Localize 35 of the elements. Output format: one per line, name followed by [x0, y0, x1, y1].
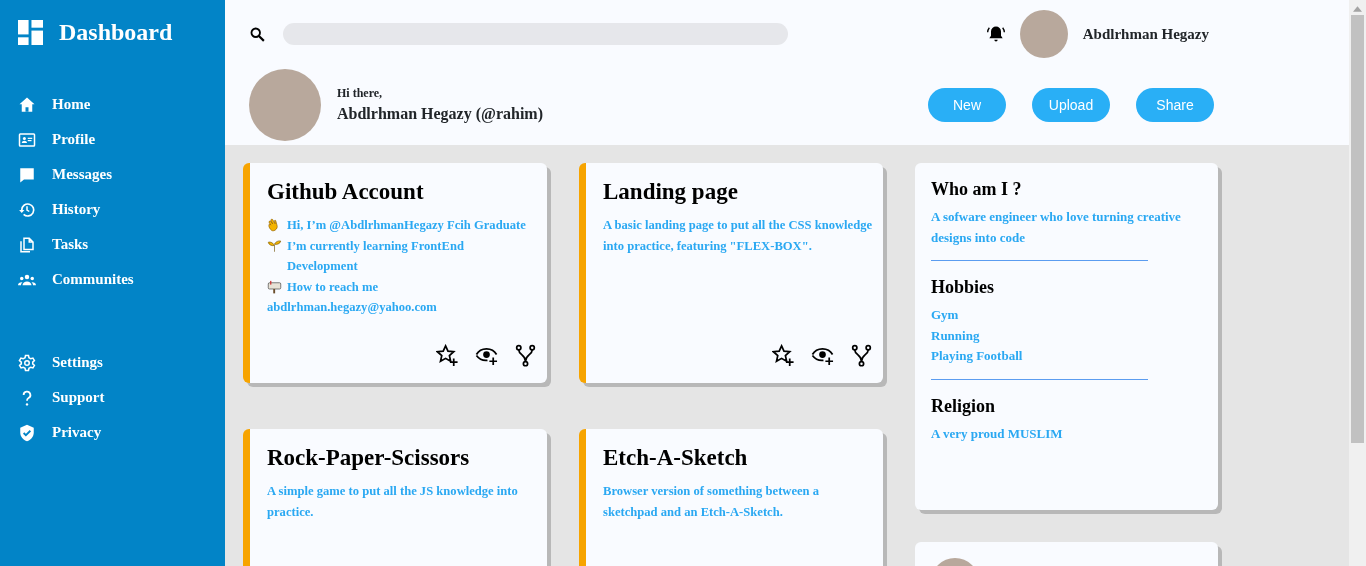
section-text: Running	[931, 326, 981, 345]
section-heading: Who am I ?	[931, 178, 1023, 201]
section-heading: Religion	[931, 394, 996, 418]
card-text: A simple game to put all the JS knowledge into practice.	[267, 483, 519, 521]
card-title: Landing page	[603, 178, 739, 206]
section-text: A very proud MUSLIM	[931, 424, 1064, 443]
sidebar-item[interactable]: Home	[18, 94, 225, 115]
section-text: Gym	[931, 306, 960, 324]
card-title: Rock-Paper-Scissors	[267, 444, 471, 472]
sidebar-item[interactable]: History	[18, 199, 225, 220]
card-text: A basic landing page to put all the CSS knowledge into practice, featuring "FLEX-BOX".	[603, 217, 873, 255]
card-title: Github Account	[267, 178, 425, 206]
header-button[interactable]: Upload	[1032, 88, 1110, 122]
sidebar-item[interactable]: Privacy	[18, 422, 225, 443]
profile-name: Abdlrhman Hegazy (@rahim)	[337, 104, 543, 125]
card-text: Hi, I’m @AbdlrhmanHegazy Fcih Graduate	[287, 217, 526, 234]
sidebar-title: Dashboard	[59, 18, 173, 46]
sidebar-item[interactable]: Settings	[18, 352, 225, 373]
card-text: abdlrhman.hegazy@yahoo.com	[267, 299, 437, 316]
header-button[interactable]: New	[928, 88, 1006, 122]
sidebar-item[interactable]: Messages	[18, 164, 225, 185]
sidebar-item[interactable]: Tasks	[18, 234, 225, 255]
sidebar-item[interactable]: Communites	[18, 269, 225, 290]
card-text: Browser version of something between a sketchpad and an Etch-A-Sketch.	[603, 483, 821, 521]
card-text: I’m currently learning FrontEnd Development	[287, 237, 465, 275]
card-title: Etch-A-Sketch	[603, 444, 749, 472]
section-text: Playing Football	[931, 347, 1024, 365]
card-text: How to reach me	[287, 278, 379, 296]
greeting-text: Hi there,	[337, 85, 384, 102]
sidebar-item[interactable]: Support	[18, 387, 225, 408]
sidebar-item[interactable]: Profile	[18, 129, 225, 150]
header-button[interactable]: Share	[1136, 88, 1214, 122]
section-text: A sofware engineer who love turning creative designs into code	[931, 208, 1182, 247]
user-name: Abdlrhman Hegazy	[1082, 24, 1209, 44]
section-heading: Hobbies	[931, 276, 996, 299]
